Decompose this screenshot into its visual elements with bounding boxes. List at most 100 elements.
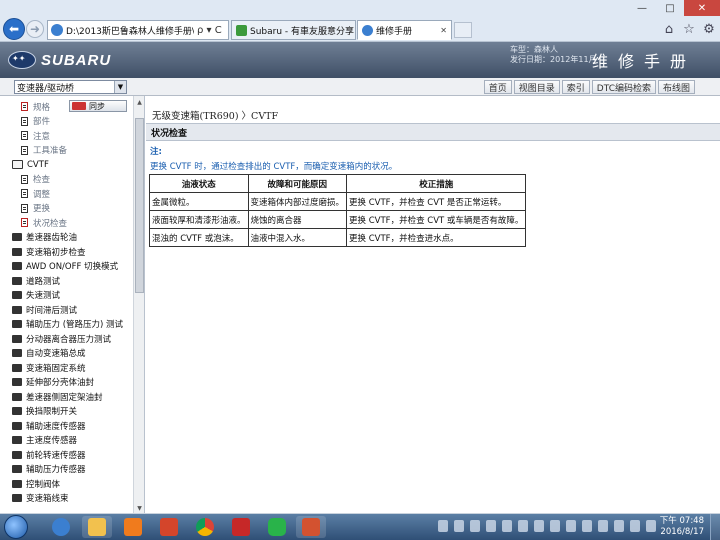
tray-icon[interactable] [518,520,528,532]
sidebar-item[interactable]: 主速度传感器 [12,433,77,448]
taskbar-player[interactable] [118,516,148,538]
sidebar-item[interactable]: 延伸部分壳体油封 [12,375,94,390]
sync-button[interactable]: 同步 [69,100,127,112]
sidebar-item[interactable]: 调整 [21,187,50,202]
minimize-button[interactable]: — [628,0,656,16]
favorites-star-icon[interactable]: ☆ [682,20,696,38]
sidebar-item[interactable]: 差速器侧固定架油封 [12,390,103,405]
sidebar-item[interactable]: 状况检查 [21,216,67,231]
new-tab-button[interactable] [454,22,472,38]
tab-service-manual[interactable]: 维修手册 ✕ [357,20,452,40]
taskbar: 下午 07:48 2016/8/17 [0,514,720,540]
taskbar-line[interactable] [262,516,292,538]
sidebar-item[interactable]: 规格 [21,100,50,115]
sidebar-scrollbar[interactable]: ▲ ▼ [133,96,144,514]
sidebar-item[interactable]: 差速器齿轮油 [12,230,77,245]
browser-chrome: — □ ✕ ⬅ ➜ D:\2013斯巴鲁森林人维修手册\index.h ρ ▾ … [0,0,720,42]
tray-icon[interactable] [566,520,576,532]
table-header: 故障和可能原因 [247,174,348,193]
scroll-thumb[interactable] [135,118,144,293]
sidebar-item[interactable]: 辅助压力传感器 [12,462,86,477]
media-player-icon [124,518,142,536]
sidebar-item[interactable]: 时间滞后测试 [12,303,77,318]
sidebar-item[interactable]: 工具准备 [21,143,67,158]
sidebar-item[interactable]: 变速箱固定系统 [12,361,86,376]
sidebar-item[interactable]: CVTF [12,158,49,173]
tray-icon[interactable] [438,520,448,532]
book-icon [12,233,22,242]
wiring-diagram-link[interactable]: 布线图 [657,80,695,94]
sidebar-item[interactable]: 前轮转速传感器 [12,448,86,463]
table-cell: 烧蚀的离合器 [247,210,348,229]
close-window-button[interactable]: ✕ [684,0,720,16]
volume-icon[interactable] [646,520,656,532]
view-index-link[interactable]: 视图目录 [513,80,560,94]
sidebar-item[interactable]: 辅助速度传感器 [12,419,86,434]
sidebar-item-label: 变速箱线束 [26,494,69,505]
home-link[interactable]: 首页 [483,80,512,94]
home-icon[interactable]: ⌂ [662,20,676,38]
table-cell: 油液中混入水。 [247,228,348,247]
taskbar-acrobat[interactable] [226,516,256,538]
tab-subaru-forum[interactable]: Subaru - 有車友服意分享!頁... ✕ [231,20,356,40]
sidebar-item[interactable]: 分动器离合器压力测试 [12,332,111,347]
sync-label: 同步 [89,101,105,111]
address-bar[interactable]: D:\2013斯巴鲁森林人维修手册\index.h ρ ▾ C [47,20,229,40]
taskbar-explorer[interactable] [82,516,112,538]
tray-icon[interactable] [534,520,544,532]
sidebar-item[interactable]: 道路测试 [12,274,60,289]
tray-icon[interactable] [582,520,592,532]
document-icon [21,145,28,155]
tray-icon[interactable] [454,520,464,532]
tray-icon[interactable] [470,520,480,532]
sidebar-item[interactable]: 失速测试 [12,288,60,303]
book-icon [12,392,22,401]
sidebar-item[interactable]: 部件 [21,114,50,129]
taskbar-powerpoint[interactable] [296,516,326,538]
acrobat-icon [232,518,250,536]
clock[interactable]: 下午 07:48 2016/8/17 [660,516,704,538]
taskbar-ie[interactable] [46,516,76,538]
sidebar-item-label: 延伸部分壳体油封 [26,378,95,389]
sidebar-item[interactable]: 控制阀体 [12,477,60,492]
tray-icon[interactable] [614,520,624,532]
tab-close-icon[interactable]: ✕ [440,26,447,35]
sidebar-item[interactable]: 自动变速箱总成 [12,346,86,361]
scroll-up-icon[interactable]: ▲ [134,96,144,108]
tray-icon[interactable] [598,520,608,532]
start-button[interactable] [4,515,28,539]
tray-icon[interactable] [550,520,560,532]
table-header-row: 油液状态 故障和可能原因 校正措施 [149,174,527,193]
index-link[interactable]: 索引 [561,80,590,94]
browser-tools: ⌂ ☆ ⚙ [662,20,716,38]
tray-icon[interactable] [502,520,512,532]
sidebar-item[interactable]: 检查 [21,172,50,187]
window-controls: — □ ✕ [628,0,720,16]
address-controls[interactable]: ρ ▾ C [197,25,222,36]
forward-button[interactable]: ➜ [26,20,44,38]
back-button[interactable]: ⬅ [3,18,25,40]
dtc-search-link[interactable]: DTC编码检索 [591,80,656,94]
sidebar-item[interactable]: 变速箱初步检查 [12,245,86,260]
chevron-down-icon[interactable]: ▼ [114,81,126,93]
sidebar-item-label: 时间滞后测试 [26,305,78,316]
sidebar-item[interactable]: AWD ON/OFF 切换模式 [12,259,118,274]
taskbar-chrome[interactable] [190,516,220,538]
tab-label: Subaru - 有車友服意分享!頁... [250,26,355,37]
section-select[interactable]: 变速器/驱动桥 ▼ [14,80,127,94]
maximize-button[interactable]: □ [656,0,684,16]
sidebar-item[interactable]: 注意 [21,129,50,144]
network-icon[interactable] [630,520,640,532]
table-cell: 更换 CVTF，并检查 CVT 或车辆是否有故障。 [346,210,527,229]
taskbar-app[interactable] [154,516,184,538]
sidebar-item[interactable]: 辅助压力 (管路压力) 测试 [12,317,123,332]
sidebar-item[interactable]: 换挡限制开关 [12,404,77,419]
ie-favicon-icon [362,24,373,36]
show-desktop-button[interactable] [710,514,720,540]
address-url[interactable]: D:\2013斯巴鲁森林人维修手册\index.h [66,24,194,37]
document-icon [21,218,28,228]
tray-icon[interactable] [486,520,496,532]
sidebar-item[interactable]: 更换 [21,201,50,216]
sidebar-item[interactable]: 变速箱线束 [12,491,69,506]
settings-gear-icon[interactable]: ⚙ [702,20,716,38]
